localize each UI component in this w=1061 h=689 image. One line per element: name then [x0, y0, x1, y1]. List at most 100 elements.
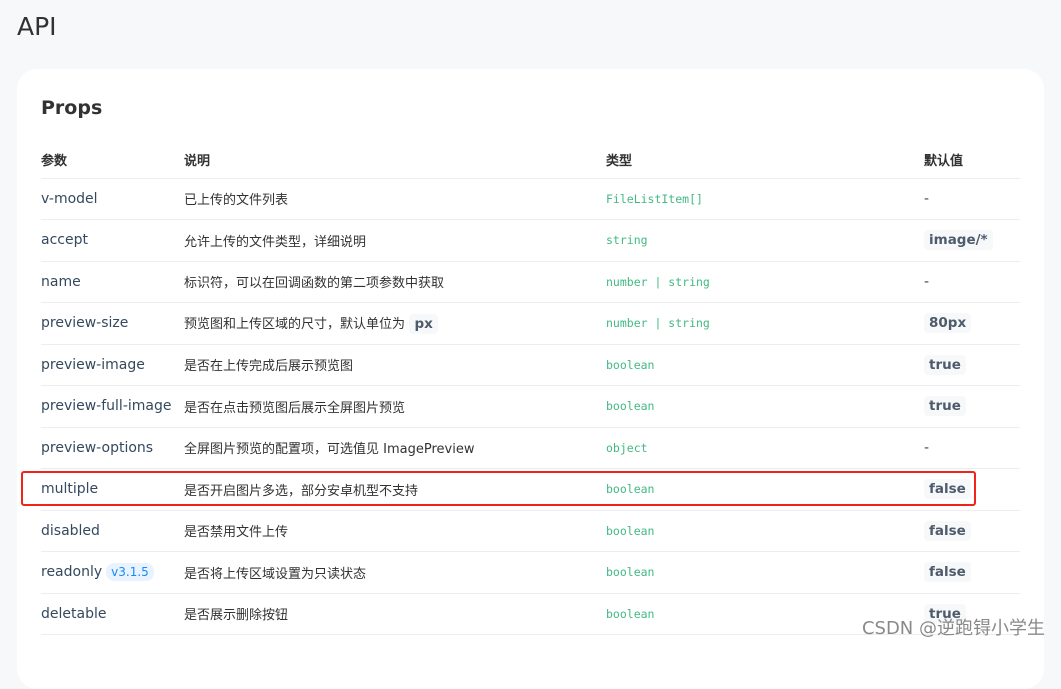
cell-param: disabled: [41, 510, 184, 552]
version-badge: v3.1.5: [106, 563, 154, 582]
section-title: Props: [41, 97, 103, 119]
cell-param: preview-image: [41, 344, 184, 386]
param-type: number | string: [606, 316, 710, 331]
desc-link[interactable]: ImagePreview: [383, 442, 474, 457]
param-type: object: [606, 440, 648, 455]
param-type: boolean: [606, 606, 655, 621]
table-row: preview-full-image 是否在点击预览图后展示全屏图片预览 boole…: [41, 385, 1020, 428]
param-desc: 是否在点击预览图后展示全屏图片预览: [184, 400, 406, 416]
param-name: disabled: [41, 522, 100, 539]
default-value: -: [924, 439, 930, 456]
param-desc: 是否将上传区域设置为只读状态: [184, 566, 367, 582]
cell-param: preview-full-image: [41, 385, 184, 428]
param-desc: 预览图和上传区域的尺寸，默认单位为: [184, 316, 406, 332]
cell-type: boolean: [606, 344, 924, 386]
cell-type: FileListItem[]: [606, 178, 924, 220]
desc-code: px: [409, 313, 438, 334]
header-desc: 说明: [184, 141, 606, 179]
param-desc: 允许上传的文件类型，: [184, 234, 315, 250]
default-value: image/*: [924, 230, 993, 251]
param-type: boolean: [606, 399, 655, 414]
default-value: -: [924, 190, 930, 207]
desc-link[interactable]: 详细说明: [314, 235, 366, 250]
page-title: API: [17, 12, 57, 41]
watermark: CSDN @逆跑锝小学生: [861, 618, 1045, 639]
cell-type: number | string: [606, 302, 924, 345]
cell-default: true: [924, 385, 1020, 428]
param-name: accept: [41, 232, 88, 249]
cell-desc: 是否在点击预览图后展示全屏图片预览: [184, 385, 606, 428]
cell-param: deletable: [41, 593, 184, 635]
header-param: 参数: [41, 141, 184, 179]
param-desc: 是否禁用文件上传: [184, 525, 289, 541]
cell-desc: 是否禁用文件上传: [184, 510, 606, 552]
cell-desc: 全屏图片预览的配置项，可选值见 ImagePreview: [184, 427, 606, 469]
table-header: 参数 说明 类型 默认值: [41, 141, 1020, 179]
table-row: preview-image 是否在上传完成后展示预览图 boolean true: [41, 344, 1020, 386]
param-name: preview-options: [41, 439, 154, 456]
cell-param: accept: [41, 219, 184, 262]
cell-type: boolean: [606, 551, 924, 594]
param-type: boolean: [606, 357, 655, 372]
table-row: disabled 是否禁用文件上传 boolean false: [41, 510, 1020, 552]
cell-type: object: [606, 427, 924, 469]
table-row: preview-options 全屏图片预览的配置项，可选值见 ImagePrev…: [41, 427, 1020, 469]
param-type: number | string: [606, 274, 710, 289]
default-value: -: [924, 273, 930, 290]
cell-default: -: [924, 261, 1020, 303]
table-row: v-model 已上传的文件列表 FileListItem[] -: [41, 178, 1020, 220]
cell-param: readonly v3.1.5: [41, 551, 184, 594]
cell-param: v-model: [41, 178, 184, 220]
cell-default: 80px: [924, 302, 1020, 345]
cell-default: false: [924, 551, 1020, 594]
param-name: name: [41, 273, 81, 290]
param-type: string: [606, 233, 648, 248]
cell-type: number | string: [606, 261, 924, 303]
default-value: false: [924, 520, 971, 541]
param-name: v-model: [41, 190, 98, 207]
cell-desc: 是否将上传区域设置为只读状态: [184, 551, 606, 594]
cell-desc: 标识符，可以在回调函数的第二项参数中获取: [184, 261, 606, 303]
cell-type: boolean: [606, 510, 924, 552]
table-row: preview-size 预览图和上传区域的尺寸，默认单位为 px number |…: [41, 302, 1020, 345]
cell-default: true: [924, 344, 1020, 386]
cell-desc: 是否在上传完成后展示预览图: [184, 344, 606, 386]
param-desc: 是否在上传完成后展示预览图: [184, 359, 354, 375]
param-type: boolean: [606, 565, 655, 580]
table-row: name 标识符，可以在回调函数的第二项参数中获取 number | string -: [41, 261, 1020, 303]
param-desc: 已上传的文件列表: [184, 193, 289, 209]
cell-default: -: [924, 178, 1020, 220]
cell-default: -: [924, 427, 1020, 469]
props-table: 参数 说明 类型 默认值 v-model 已上传的文件列表 FileListItem…: [41, 141, 1020, 635]
cell-desc: 是否展示删除按钮: [184, 593, 606, 635]
cell-desc: 已上传的文件列表: [184, 178, 606, 220]
highlight-box: [21, 471, 976, 506]
param-name: preview-size: [41, 315, 129, 332]
param-name: preview-full-image: [41, 398, 172, 415]
cell-param: name: [41, 261, 184, 303]
cell-default: false: [924, 510, 1020, 552]
param-name: preview-image: [41, 356, 145, 373]
default-value: false: [924, 562, 971, 583]
cell-param: preview-size: [41, 302, 184, 345]
default-value: true: [924, 354, 966, 375]
cell-type: string: [606, 219, 924, 262]
param-desc: 全屏图片预览的配置项，可选值见: [184, 442, 384, 458]
cell-param: preview-options: [41, 427, 184, 469]
cell-default: image/*: [924, 219, 1020, 262]
cell-desc: 预览图和上传区域的尺寸，默认单位为 px: [184, 302, 606, 345]
param-name: readonly: [41, 564, 103, 581]
table-row: readonly v3.1.5 是否将上传区域设置为只读状态 boolean false: [41, 551, 1020, 594]
param-type: boolean: [606, 523, 655, 538]
param-type: FileListItem[]: [606, 191, 703, 206]
param-desc: 标识符，可以在回调函数的第二项参数中获取: [184, 276, 445, 292]
param-name: deletable: [41, 605, 107, 622]
cell-desc: 允许上传的文件类型，详细说明: [184, 219, 606, 262]
default-value: 80px: [924, 313, 972, 334]
table-row: accept 允许上传的文件类型，详细说明 string image/*: [41, 219, 1020, 262]
props-card: Props 参数 说明 类型 默认值 v-model 已上传的文件列表 FileLi…: [17, 69, 1044, 689]
header-type: 类型: [606, 141, 924, 179]
cell-type: boolean: [606, 385, 924, 428]
param-desc: 是否展示删除按钮: [184, 608, 289, 624]
default-value: true: [924, 396, 966, 417]
